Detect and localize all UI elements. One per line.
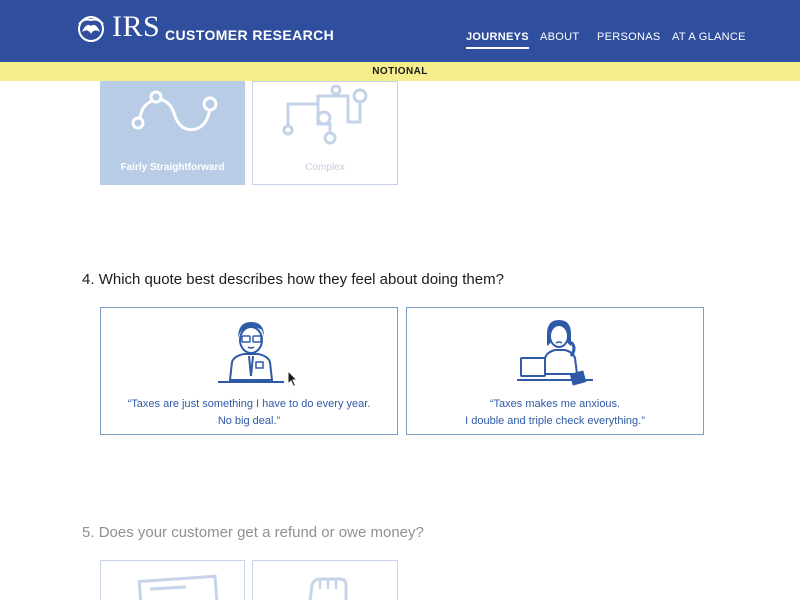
- nav-about[interactable]: ABOUT: [540, 31, 579, 43]
- calm-man-at-desk-icon: [218, 322, 284, 383]
- question-number: 5.: [82, 524, 95, 541]
- owe-option[interactable]: [252, 560, 398, 600]
- notional-banner: NOTIONAL: [0, 62, 800, 81]
- option-label: Complex: [305, 162, 345, 173]
- quote-line: “Taxes are just something I have to do e…: [127, 398, 371, 410]
- quote-line: I double and triple check everything.”: [465, 415, 645, 427]
- option-label: Fairly Straightforward: [120, 162, 225, 173]
- nav-at-a-glance[interactable]: AT A GLANCE: [672, 31, 746, 43]
- nav-personas[interactable]: PERSONAS: [597, 31, 661, 43]
- quote-option-calm[interactable]: “Taxes are just something I have to do e…: [100, 307, 398, 435]
- refund-option[interactable]: [100, 560, 245, 600]
- branching-path-icon: [282, 84, 368, 145]
- check-icon: [137, 574, 219, 600]
- option-fairly-straightforward[interactable]: Fairly Straightforward: [100, 81, 245, 185]
- question-4: 4. Which quote best describes how they f…: [82, 271, 504, 288]
- nav-journeys[interactable]: JOURNEYS: [466, 31, 529, 49]
- quote-line: “Taxes makes me anxious.: [489, 398, 621, 410]
- option-complex[interactable]: Complex: [252, 81, 398, 185]
- question-5: 5. Does your customer get a refund or ow…: [82, 524, 424, 541]
- site-title[interactable]: CUSTOMER RESEARCH: [165, 27, 334, 43]
- irs-wordmark[interactable]: IRS: [112, 10, 160, 44]
- mouse-pointer-icon: [287, 370, 299, 388]
- question-text: Does your customer get a refund or owe m…: [98, 524, 424, 541]
- question-number: 4.: [82, 271, 95, 288]
- quote-line: No big deal.”: [217, 415, 281, 427]
- quote-option-anxious[interactable]: “Taxes makes me anxious. I double and tr…: [406, 307, 704, 435]
- curvy-path-icon: [131, 90, 218, 132]
- quote-text: “Taxes are just something I have to do e…: [101, 396, 397, 430]
- quote-text: “Taxes makes me anxious. I double and tr…: [407, 396, 703, 430]
- anxious-woman-with-laptop-icon: [517, 320, 593, 386]
- hand-with-money-icon: [308, 577, 348, 600]
- question-text: Which quote best describes how they feel…: [98, 271, 504, 288]
- site-header: IRS CUSTOMER RESEARCH JOURNEYS ABOUT PER…: [0, 0, 800, 62]
